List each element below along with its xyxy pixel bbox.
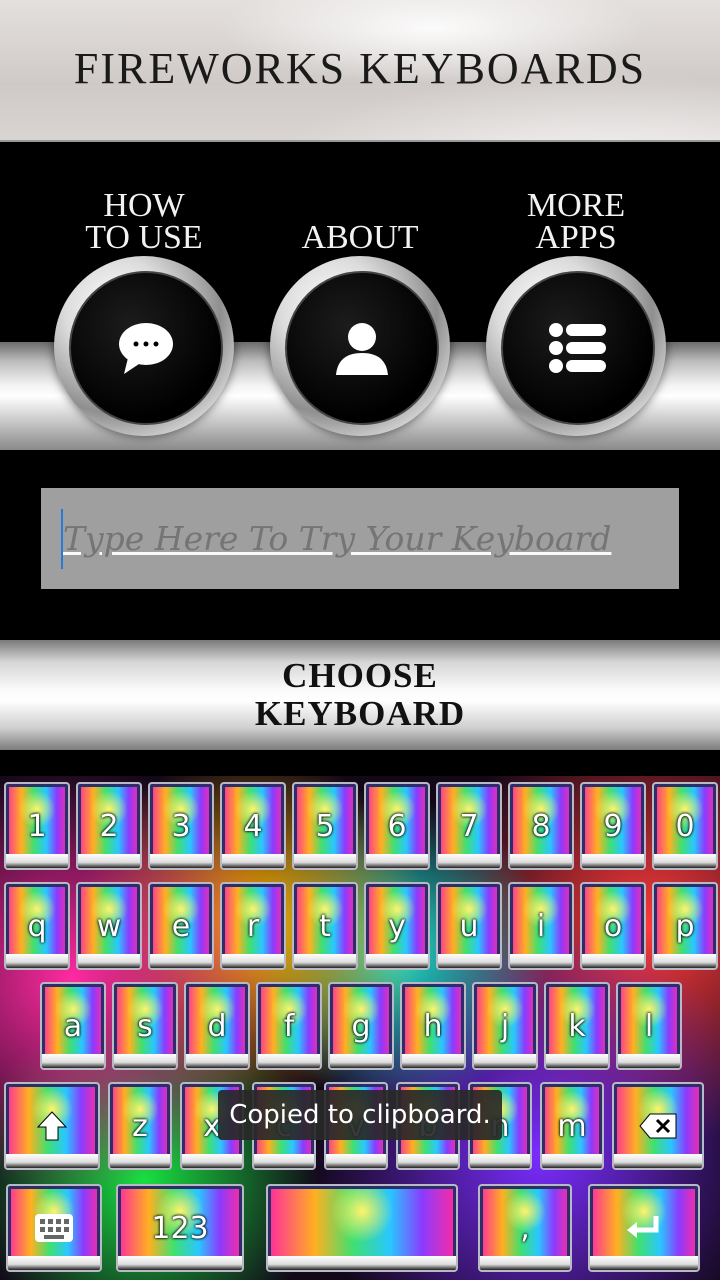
key-8[interactable]: 8 <box>508 782 574 870</box>
key-w[interactable]: w <box>76 882 142 970</box>
how-to-use-circle[interactable] <box>54 256 234 436</box>
key-e[interactable]: e <box>148 882 214 970</box>
person-icon <box>336 323 388 375</box>
key-9[interactable]: 9 <box>580 782 646 870</box>
choose-keyboard-label: CHOOSE KEYBOARD <box>254 656 466 733</box>
key-j[interactable]: j <box>472 982 538 1070</box>
key-2[interactable]: 2 <box>76 782 142 870</box>
space-key[interactable]: space <box>266 1184 458 1272</box>
key-h[interactable]: h <box>400 982 466 1070</box>
app-header: FIREWORKS KEYBOARDS <box>0 0 720 142</box>
key-comma[interactable]: , <box>478 1184 572 1272</box>
keyboard-row-bottom: 123 space , <box>6 1184 700 1272</box>
key-z[interactable]: z <box>108 1082 172 1170</box>
chat-bubble-icon <box>119 323 173 374</box>
about-button[interactable]: ABOUT <box>270 180 450 436</box>
about-label: ABOUT <box>301 219 419 256</box>
key-d[interactable]: d <box>184 982 250 1070</box>
shift-icon <box>36 1111 68 1141</box>
keyboard-row-numbers: 1 2 3 4 5 6 7 8 9 0 <box>4 782 718 870</box>
key-i[interactable]: i <box>508 882 574 970</box>
keyboard: 1 2 3 4 5 6 7 8 9 0 q w e r t y u i o p … <box>0 776 720 1280</box>
how-to-use-button[interactable]: HOW TO USE <box>54 180 234 436</box>
try-keyboard-input[interactable] <box>61 508 673 569</box>
more-apps-button[interactable]: MORE APPS <box>486 180 666 436</box>
key-123[interactable]: 123 <box>116 1184 244 1272</box>
more-apps-circle[interactable] <box>486 256 666 436</box>
list-icon <box>549 323 606 373</box>
keyboard-row-asdf: a s d f g h j k l <box>40 982 682 1070</box>
emoji-settings-key[interactable] <box>6 1184 102 1272</box>
key-1[interactable]: 1 <box>4 782 70 870</box>
key-3[interactable]: 3 <box>148 782 214 870</box>
key-m[interactable]: m <box>540 1082 604 1170</box>
key-a[interactable]: a <box>40 982 106 1070</box>
keyboard-row-qwerty: q w e r t y u i o p <box>4 882 718 970</box>
enter-icon <box>627 1216 659 1238</box>
enter-key[interactable] <box>588 1184 700 1272</box>
key-4[interactable]: 4 <box>220 782 286 870</box>
key-t[interactable]: t <box>292 882 358 970</box>
key-y[interactable]: y <box>364 882 430 970</box>
key-p[interactable]: p <box>652 882 718 970</box>
key-q[interactable]: q <box>4 882 70 970</box>
about-circle[interactable] <box>270 256 450 436</box>
key-7[interactable]: 7 <box>436 782 502 870</box>
key-6[interactable]: 6 <box>364 782 430 870</box>
backspace-icon <box>639 1113 677 1139</box>
shift-key[interactable] <box>4 1082 100 1170</box>
key-5[interactable]: 5 <box>292 782 358 870</box>
how-to-use-label: HOW TO USE <box>85 187 203 256</box>
key-s[interactable]: s <box>112 982 178 1070</box>
try-keyboard-box <box>41 488 679 589</box>
key-0[interactable]: 0 <box>652 782 718 870</box>
more-apps-label: MORE APPS <box>526 187 626 256</box>
key-r[interactable]: r <box>220 882 286 970</box>
app-title: FIREWORKS KEYBOARDS <box>73 43 647 93</box>
clipboard-toast: Copied to clipboard. <box>218 1090 502 1140</box>
key-k[interactable]: k <box>544 982 610 1070</box>
backspace-key[interactable] <box>612 1082 704 1170</box>
key-f[interactable]: f <box>256 982 322 1070</box>
choose-keyboard-button[interactable]: CHOOSE KEYBOARD <box>0 640 720 750</box>
key-g[interactable]: g <box>328 982 394 1070</box>
key-o[interactable]: o <box>580 882 646 970</box>
keyboard-settings-icon <box>35 1214 73 1242</box>
key-l[interactable]: l <box>616 982 682 1070</box>
key-u[interactable]: u <box>436 882 502 970</box>
